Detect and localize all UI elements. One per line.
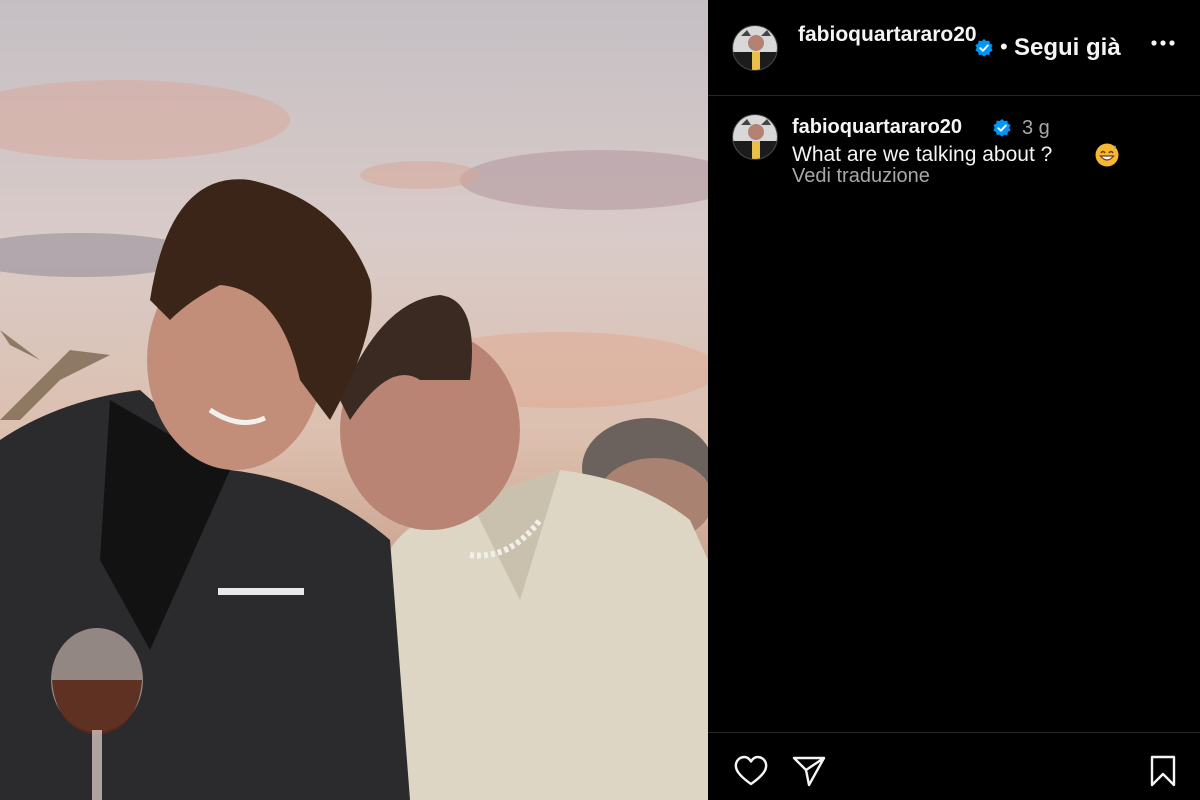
header-username[interactable]: fabioquartararo20	[798, 22, 978, 48]
verified-badge-icon	[992, 118, 1012, 138]
avatar-image	[733, 26, 777, 70]
header-separator: •	[1000, 34, 1008, 59]
post-sidebar: fabioquartararo20 • Segui già fabioquart…	[708, 0, 1200, 800]
post-action-bar	[708, 732, 1200, 800]
grinning-sweat-emoji-icon	[1094, 142, 1120, 168]
share-send-icon[interactable]	[790, 753, 828, 789]
post-header: fabioquartararo20 • Segui già	[708, 0, 1200, 96]
caption-username[interactable]: fabioquartararo20	[792, 116, 962, 139]
post-photo[interactable]	[0, 0, 708, 800]
avatar-image	[733, 115, 777, 159]
verified-badge-icon	[974, 38, 994, 58]
more-options-icon[interactable]	[1148, 30, 1178, 56]
following-button[interactable]: Segui già	[1014, 34, 1121, 62]
see-translation-link[interactable]: Vedi traduzione	[792, 165, 930, 188]
post-photo-illustration	[0, 0, 708, 800]
caption-timestamp[interactable]: 3 g	[1022, 117, 1050, 140]
caption-avatar[interactable]	[732, 114, 778, 160]
profile-avatar[interactable]	[732, 25, 778, 71]
caption-text: What are we talking about ?	[792, 143, 1053, 166]
save-bookmark-icon[interactable]	[1144, 753, 1182, 789]
like-heart-icon[interactable]	[732, 753, 770, 789]
